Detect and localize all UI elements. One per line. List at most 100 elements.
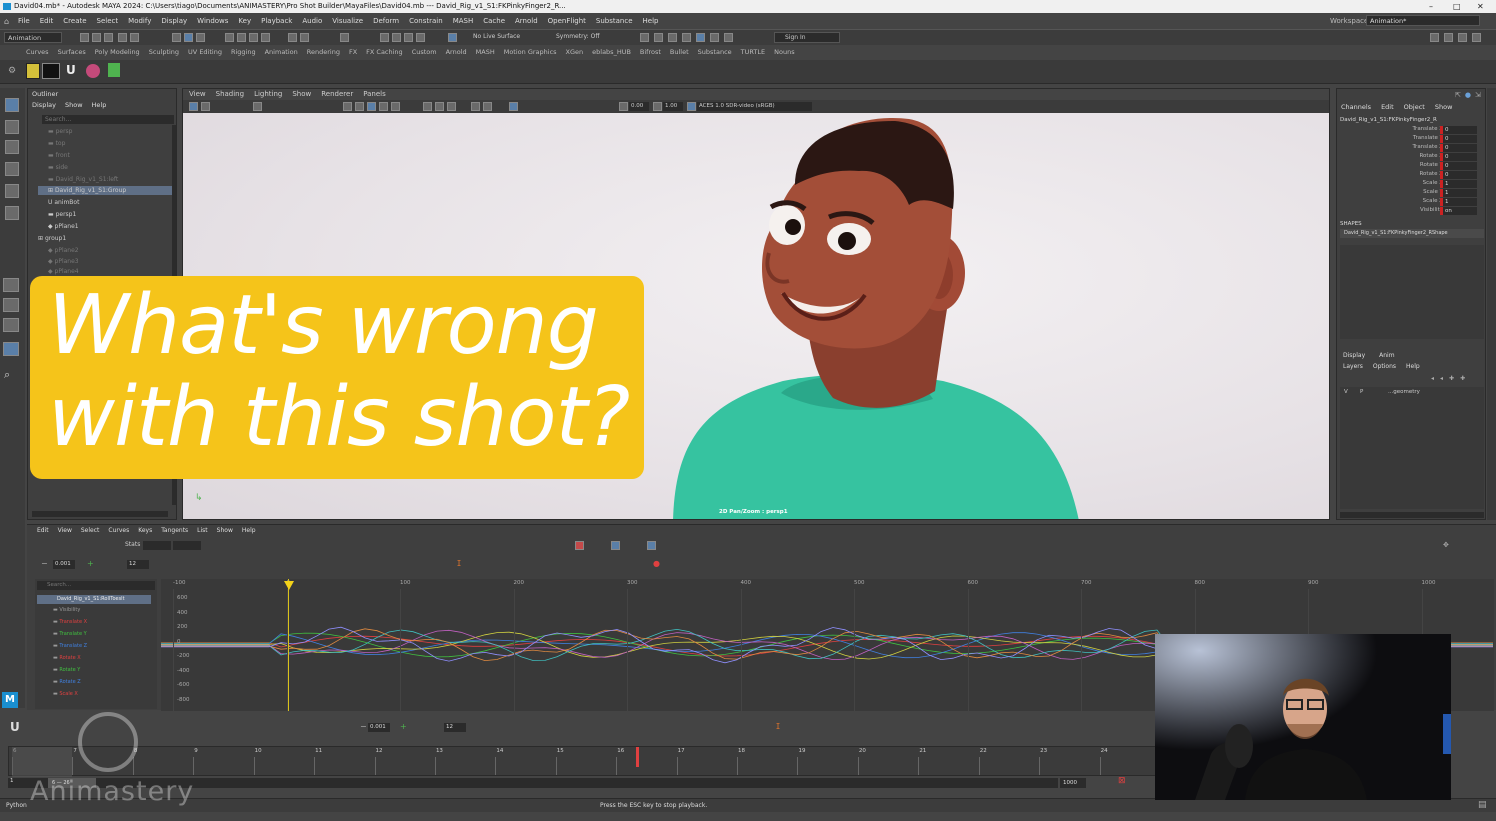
hypershade-icon[interactable] bbox=[448, 33, 457, 42]
menu-key[interactable]: Key bbox=[238, 17, 251, 25]
outliner-menu-show[interactable]: Show bbox=[65, 101, 83, 109]
layers-help-menu[interactable]: Help bbox=[1406, 363, 1420, 370]
ge-channel-translate-z[interactable]: ▬ Translate Z bbox=[53, 643, 87, 649]
layer-row-geometry[interactable]: V P ...geometry bbox=[1340, 389, 1484, 398]
textured-icon[interactable] bbox=[367, 102, 376, 111]
lock-icon[interactable] bbox=[340, 33, 349, 42]
channel-box-toggle-icon[interactable] bbox=[682, 33, 691, 42]
camera-attributes-icon[interactable] bbox=[201, 102, 210, 111]
u-tool-icon[interactable]: U bbox=[66, 63, 76, 77]
shelf-tab-arnold[interactable]: Arnold bbox=[446, 48, 467, 60]
attr-visibility[interactable]: Visibility on bbox=[1337, 207, 1487, 216]
shelf-tab-fx[interactable]: FX bbox=[349, 48, 357, 60]
render-settings-icon[interactable] bbox=[416, 33, 425, 42]
bot-icon[interactable] bbox=[108, 63, 120, 77]
menu-cache[interactable]: Cache bbox=[483, 17, 505, 25]
attr-translate-y[interactable]: Translate Y0 bbox=[1337, 135, 1487, 144]
viewport-menu-shading[interactable]: Shading bbox=[216, 89, 244, 100]
ge-root-node[interactable]: David_Rig_v1_S1:RollToeslt bbox=[37, 595, 151, 604]
outliner-menu-help[interactable]: Help bbox=[92, 101, 107, 109]
menu-select[interactable]: Select bbox=[97, 17, 119, 25]
menu-constrain[interactable]: Constrain bbox=[409, 17, 443, 25]
home-icon[interactable]: ⌂ bbox=[4, 17, 9, 26]
attr-translate-x[interactable]: Translate X0 bbox=[1337, 126, 1487, 135]
four-view-layout-icon[interactable] bbox=[3, 298, 19, 312]
scale-tool-icon[interactable] bbox=[5, 206, 19, 220]
channel-box-scrollbar[interactable] bbox=[1340, 512, 1484, 518]
select-tool-icon[interactable] bbox=[5, 98, 19, 112]
layers-menu[interactable]: Layers bbox=[1343, 363, 1363, 370]
history-icon[interactable] bbox=[288, 33, 297, 42]
select-by-object-icon[interactable] bbox=[184, 33, 193, 42]
shelf-tab-sculpting[interactable]: Sculpting bbox=[149, 48, 179, 60]
menu-playback[interactable]: Playback bbox=[261, 17, 292, 25]
ge-frame-step-field[interactable]: 12 bbox=[127, 560, 149, 569]
ambient-occlusion-icon[interactable] bbox=[471, 102, 480, 111]
outliner-item-animbot[interactable]: U animBot bbox=[48, 199, 79, 206]
ts-frame-step-field[interactable]: 12 bbox=[444, 723, 466, 732]
minimize-button[interactable]: – bbox=[1429, 0, 1433, 13]
select-by-hierarchy-icon[interactable] bbox=[172, 33, 181, 42]
menu-display[interactable]: Display bbox=[161, 17, 187, 25]
ge-channel-rotate-x[interactable]: ▬ Rotate X bbox=[53, 655, 81, 661]
range-end-field[interactable]: 1000 bbox=[1060, 778, 1086, 788]
channels-object-menu[interactable]: Object bbox=[1404, 103, 1425, 111]
script-editor-icon[interactable]: ▤ bbox=[1478, 800, 1487, 810]
ge-menu-tangents[interactable]: Tangents bbox=[161, 527, 188, 534]
new-layer-icon[interactable]: ✚ bbox=[1449, 375, 1454, 382]
view-transform-dropdown[interactable]: ACES 1.0 SDR-video (sRGB) bbox=[697, 102, 812, 111]
normalize-icon[interactable] bbox=[611, 541, 620, 550]
live-surface-field[interactable]: No Live Surface bbox=[473, 33, 520, 40]
studio-library-icon[interactable] bbox=[42, 63, 60, 79]
layers-options-menu[interactable]: Options bbox=[1373, 363, 1396, 370]
layer-visibility-toggle[interactable]: V bbox=[1344, 389, 1348, 395]
outliner-item-persp[interactable]: ▬ persp bbox=[48, 128, 72, 135]
menu-visualize[interactable]: Visualize bbox=[332, 17, 363, 25]
channels-show-menu[interactable]: Show bbox=[1435, 103, 1453, 111]
shelf-tab-poly-modeling[interactable]: Poly Modeling bbox=[95, 48, 140, 60]
menu-openflight[interactable]: OpenFlight bbox=[548, 17, 586, 25]
menu-mash[interactable]: MASH bbox=[453, 17, 474, 25]
outliner-menu-display[interactable]: Display bbox=[32, 101, 56, 109]
attr-rotate-z[interactable]: Rotate Z0 bbox=[1337, 171, 1487, 180]
ge-menu-keys[interactable]: Keys bbox=[138, 527, 152, 534]
shape-node-name[interactable]: David_Rig_v1_S1:FKPinkyFinger2_RShape bbox=[1340, 229, 1484, 238]
attr-scale-x[interactable]: Scale X1 bbox=[1337, 180, 1487, 189]
attr-scale-z[interactable]: Scale Z1 bbox=[1337, 198, 1487, 207]
outliner-item-rig-group[interactable]: ⊞ David_Rig_v1_S1:Group bbox=[38, 186, 176, 195]
outliner-toggle-icon[interactable] bbox=[696, 33, 705, 42]
shelf-tab-fx-caching[interactable]: FX Caching bbox=[366, 48, 403, 60]
attribute-editor-icon[interactable]: ⇲ bbox=[1475, 91, 1481, 99]
select-camera-icon[interactable] bbox=[189, 102, 198, 111]
channel-box-help-icon[interactable]: ● bbox=[1465, 91, 1471, 99]
layer-tab-anim[interactable]: Anim bbox=[1379, 352, 1394, 359]
shelf-tab-bullet[interactable]: Bullet bbox=[670, 48, 689, 60]
menu-help[interactable]: Help bbox=[643, 17, 659, 25]
shelf-tab-motion-graphics[interactable]: Motion Graphics bbox=[504, 48, 557, 60]
shelf-tab-substance[interactable]: Substance bbox=[698, 48, 732, 60]
layout-icon[interactable] bbox=[1430, 33, 1439, 42]
menu-audio[interactable]: Audio bbox=[302, 17, 322, 25]
sign-in-button[interactable]: Sign In bbox=[774, 32, 840, 43]
stacked-curves-icon[interactable] bbox=[647, 541, 656, 550]
paint-select-tool-icon[interactable] bbox=[5, 140, 19, 154]
shelf-tab-bifrost[interactable]: Bifrost bbox=[640, 48, 661, 60]
outliner-horizontal-scrollbar[interactable] bbox=[32, 511, 168, 517]
render-frame-icon[interactable] bbox=[392, 33, 401, 42]
ge-channel-rotate-y[interactable]: ▬ Rotate Y bbox=[53, 667, 80, 673]
ge-search-input[interactable]: Search... bbox=[37, 581, 155, 590]
ge-maximize-icon[interactable]: ✥ bbox=[1443, 541, 1449, 549]
color-management-icon[interactable] bbox=[687, 102, 696, 111]
shelf-tab-surfaces[interactable]: Surfaces bbox=[58, 48, 86, 60]
menuset-dropdown[interactable]: Animation bbox=[4, 32, 62, 43]
redo-icon[interactable] bbox=[130, 33, 139, 42]
maximize-button[interactable]: □ bbox=[1453, 0, 1461, 13]
attribute-editor-toggle-icon[interactable] bbox=[654, 33, 663, 42]
minus-icon[interactable]: − bbox=[360, 722, 367, 731]
snap-curve-icon[interactable] bbox=[237, 33, 246, 42]
lasso-tool-icon[interactable] bbox=[5, 120, 19, 134]
new-layer-selected-icon[interactable]: ✚ bbox=[1460, 375, 1465, 382]
shelf-menu-icon[interactable]: ⚙ bbox=[8, 66, 16, 76]
channels-menu[interactable]: Channels bbox=[1341, 103, 1371, 111]
shelf-tab-uv-editing[interactable]: UV Editing bbox=[188, 48, 222, 60]
